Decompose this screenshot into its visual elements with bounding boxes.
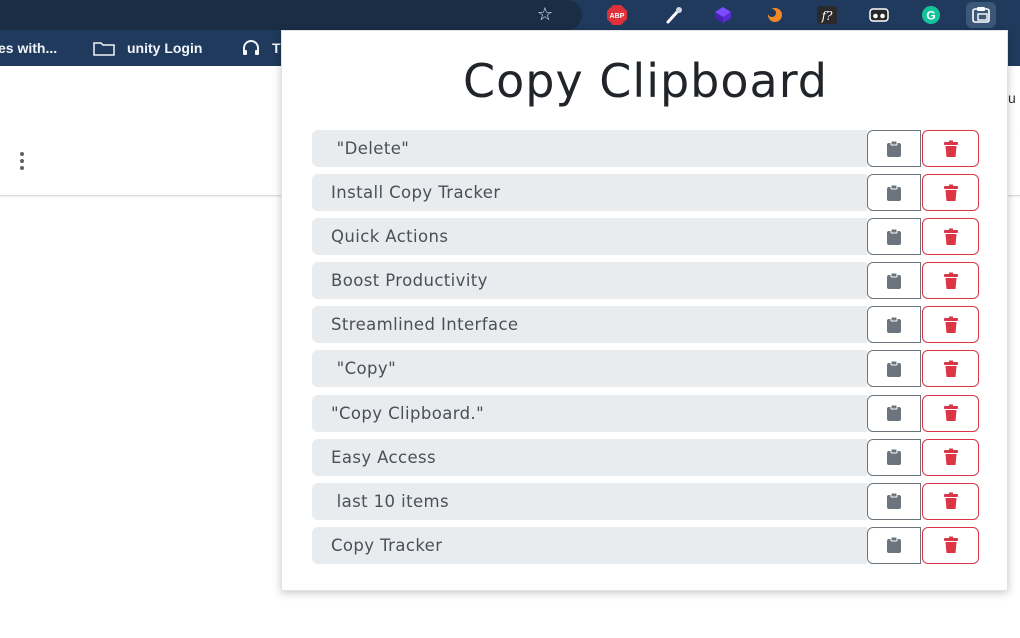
clipboard-item-text: last 10 items bbox=[312, 482, 867, 520]
bookmark-item[interactable]: es with... bbox=[0, 30, 57, 66]
trash-icon bbox=[943, 184, 958, 201]
clipboard-item: "Copy" bbox=[312, 350, 979, 388]
copy-clipboard-popup: Copy Clipboard "Delete" Install Copy Tra… bbox=[281, 30, 1008, 591]
page-peek-text: u bbox=[1008, 90, 1016, 106]
trash-icon bbox=[943, 272, 958, 289]
delete-button[interactable] bbox=[922, 350, 979, 388]
delete-button[interactable] bbox=[922, 394, 979, 432]
clipboard-icon bbox=[887, 404, 901, 422]
more-options-icon[interactable] bbox=[17, 150, 27, 176]
delete-button[interactable] bbox=[922, 130, 979, 167]
mask-icon[interactable] bbox=[868, 4, 890, 26]
copy-button[interactable] bbox=[867, 526, 921, 564]
copy-button[interactable] bbox=[867, 218, 921, 256]
copy-button[interactable] bbox=[867, 394, 921, 432]
clipboard-item: Boost Productivity bbox=[312, 262, 979, 300]
clipboard-item-text: Install Copy Tracker bbox=[312, 174, 867, 212]
clipboard-icon bbox=[887, 272, 901, 289]
copy-button[interactable] bbox=[867, 174, 921, 212]
bookmark-item-t[interactable]: T bbox=[272, 30, 281, 66]
grammarly-icon[interactable]: G bbox=[920, 4, 942, 26]
trash-icon bbox=[943, 492, 958, 510]
copy-button[interactable] bbox=[867, 130, 921, 167]
browser-toolbar: ☆ ABP f? G bbox=[0, 0, 1020, 30]
orange-swirl-icon[interactable] bbox=[764, 4, 786, 26]
headset-icon bbox=[243, 40, 259, 55]
clipboard-icon bbox=[887, 184, 901, 201]
trash-icon bbox=[943, 316, 958, 333]
clipboard-icon bbox=[887, 492, 901, 510]
clipboard-item-text: "Copy Clipboard." bbox=[312, 394, 867, 432]
trash-icon bbox=[943, 404, 958, 422]
delete-button[interactable] bbox=[922, 438, 979, 476]
clipboard-icon bbox=[887, 536, 901, 554]
clipboard-icon bbox=[887, 228, 901, 245]
delete-button[interactable] bbox=[922, 174, 979, 212]
copy-clipboard-ext-icon[interactable] bbox=[966, 2, 996, 28]
copy-button[interactable] bbox=[867, 262, 921, 300]
clipboard-item-text: Easy Access bbox=[312, 438, 867, 476]
clipboard-item: Streamlined Interface bbox=[312, 306, 979, 344]
copy-button[interactable] bbox=[867, 350, 921, 388]
trash-icon bbox=[943, 360, 958, 377]
svg-text:ABP: ABP bbox=[610, 13, 625, 20]
clipboard-item-text: Copy Tracker bbox=[312, 526, 867, 564]
clipboard-icon bbox=[887, 140, 901, 157]
clipboard-list: "Delete" Install Copy Tracker Quick Acti… bbox=[312, 130, 979, 571]
clipboard-item: Easy Access bbox=[312, 438, 979, 476]
clipboard-item-text: "Delete" bbox=[312, 130, 867, 167]
clipboard-item-text: "Copy" bbox=[312, 350, 867, 388]
clipboard-icon bbox=[887, 316, 901, 333]
delete-button[interactable] bbox=[922, 306, 979, 344]
folder-icon bbox=[93, 42, 115, 56]
clipboard-item-text: Quick Actions bbox=[312, 218, 867, 256]
address-bar[interactable] bbox=[0, 0, 582, 30]
screen: ☆ ABP f? G es with... unity Login T u Co… bbox=[0, 0, 1020, 638]
copy-button[interactable] bbox=[867, 438, 921, 476]
font-icon[interactable]: f? bbox=[816, 4, 838, 26]
trash-icon bbox=[943, 536, 958, 554]
clipboard-item-text: Streamlined Interface bbox=[312, 306, 867, 344]
clipboard-item: last 10 items bbox=[312, 482, 979, 520]
copy-button[interactable] bbox=[867, 482, 921, 520]
clipboard-icon bbox=[887, 448, 901, 466]
clipboard-item: Quick Actions bbox=[312, 218, 979, 256]
trash-icon bbox=[943, 448, 958, 466]
svg-text:G: G bbox=[926, 9, 935, 23]
popup-title: Copy Clipboard bbox=[462, 54, 829, 108]
bookmark-item-unity-login[interactable]: unity Login bbox=[127, 30, 202, 66]
delete-button[interactable] bbox=[922, 526, 979, 564]
trash-icon bbox=[943, 140, 958, 157]
bookmark-star-icon[interactable]: ☆ bbox=[532, 2, 558, 28]
abp-icon[interactable]: ABP bbox=[606, 4, 628, 26]
clipboard-item-text: Boost Productivity bbox=[312, 262, 867, 300]
trash-icon bbox=[943, 228, 958, 245]
eyedropper-icon[interactable] bbox=[663, 4, 685, 26]
clipboard-item: "Copy Clipboard." bbox=[312, 394, 979, 432]
clipboard-icon bbox=[887, 360, 901, 377]
cube-icon[interactable] bbox=[712, 4, 734, 26]
delete-button[interactable] bbox=[922, 218, 979, 256]
delete-button[interactable] bbox=[922, 482, 979, 520]
clipboard-item: Copy Tracker bbox=[312, 526, 979, 564]
svg-text:f?: f? bbox=[821, 9, 833, 23]
clipboard-item: Install Copy Tracker bbox=[312, 174, 979, 212]
copy-button[interactable] bbox=[867, 306, 921, 344]
clipboard-item: "Delete" bbox=[312, 130, 979, 167]
delete-button[interactable] bbox=[922, 262, 979, 300]
